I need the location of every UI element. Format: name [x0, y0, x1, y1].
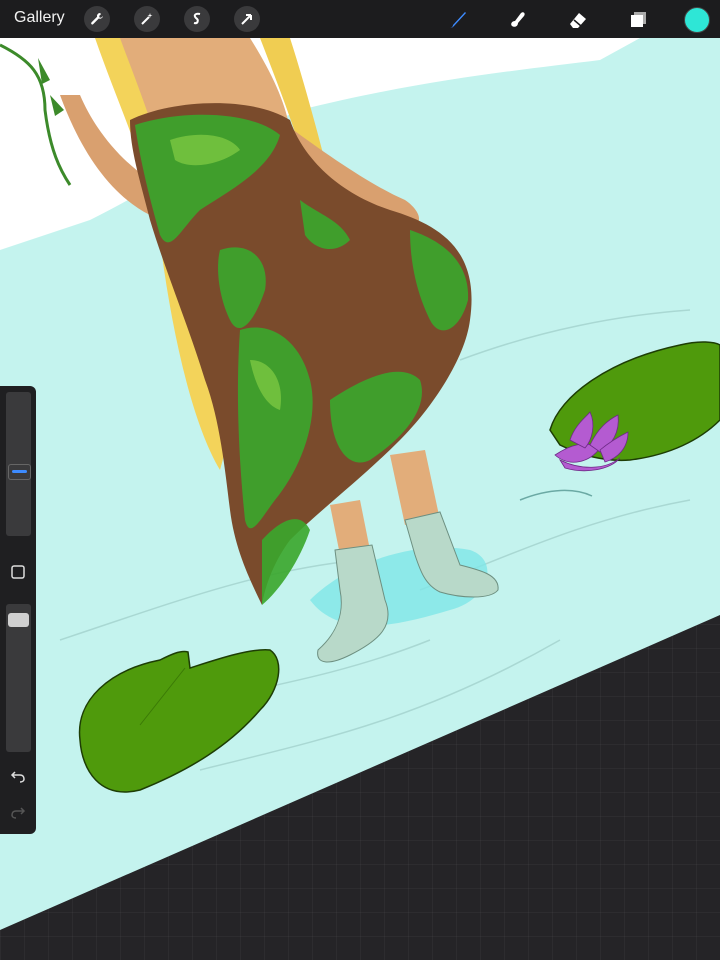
eraser-icon: [570, 13, 586, 28]
color-picker-swatch[interactable]: [684, 7, 710, 33]
selection-s-icon: [193, 12, 201, 25]
brush-size-slider[interactable]: [6, 392, 31, 536]
magic-wand-icon: [141, 13, 153, 25]
redo-icon: [11, 807, 26, 819]
brush-tool[interactable]: [444, 6, 472, 34]
selection-button[interactable]: [184, 6, 210, 32]
undo-button[interactable]: [8, 766, 28, 786]
transform-button[interactable]: [234, 6, 260, 32]
gallery-button[interactable]: Gallery: [14, 9, 65, 27]
smudge-icon: [511, 12, 525, 27]
modify-button[interactable]: [8, 562, 28, 582]
left-sidebar: [0, 386, 36, 834]
opacity-slider[interactable]: [6, 604, 31, 752]
eraser-tool[interactable]: [564, 6, 592, 34]
opacity-thumb[interactable]: [8, 612, 29, 627]
square-icon: [11, 565, 25, 579]
smudge-tool[interactable]: [504, 6, 532, 34]
wrench-icon: [91, 12, 103, 25]
brush-size-thumb[interactable]: [8, 464, 31, 481]
drawing-canvas[interactable]: [0, 0, 720, 960]
layers-button[interactable]: [624, 6, 652, 34]
arrow-cursor-icon: [241, 14, 252, 25]
layers-icon: [631, 12, 646, 27]
brush-icon: [450, 12, 466, 28]
undo-icon: [10, 771, 25, 783]
top-toolbar: Gallery: [0, 0, 720, 38]
actions-button[interactable]: [84, 6, 110, 32]
adjustments-button[interactable]: [134, 6, 160, 32]
redo-button[interactable]: [8, 802, 28, 822]
